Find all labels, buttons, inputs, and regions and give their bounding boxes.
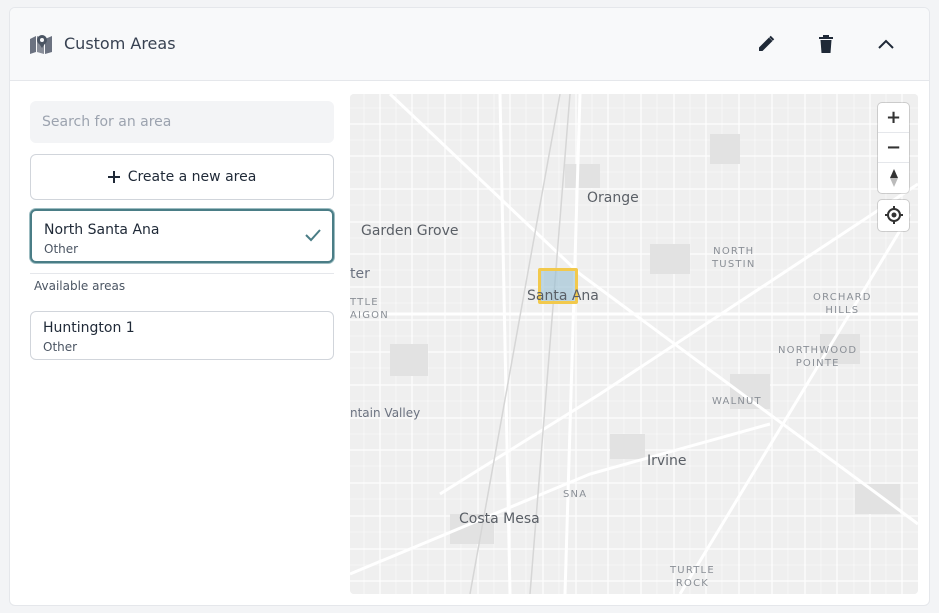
create-area-button[interactable]: Create a new area: [30, 154, 334, 200]
map-pin-icon: [29, 33, 53, 55]
search-input[interactable]: [30, 101, 334, 143]
map-label-costa-mesa: Costa Mesa: [459, 511, 540, 527]
page-title: Custom Areas: [64, 34, 176, 53]
map-label-edge: ter: [350, 266, 370, 282]
area-name: North Santa Ana: [44, 222, 160, 238]
zoom-in-button[interactable]: +: [878, 103, 909, 133]
card-header: Custom Areas: [10, 8, 929, 81]
pencil-icon: [759, 35, 775, 51]
plus-icon: [107, 171, 120, 183]
available-areas-label: Available areas: [34, 279, 126, 293]
delete-button[interactable]: [812, 30, 840, 58]
custom-areas-card: Custom Areas Create a new area North San…: [9, 7, 930, 606]
map-label-northwood: NORTHWOOD POINTE: [778, 344, 857, 370]
map-label-turtle-rock: TURTLE ROCK: [670, 564, 715, 590]
map-label-santa-ana: Santa Ana: [527, 288, 599, 304]
divider: [30, 273, 334, 274]
map-label-walnut: WALNUT: [712, 396, 762, 407]
map-view[interactable]: Orange Garden Grove Santa Ana NORTH TUST…: [350, 94, 918, 594]
check-icon: [305, 229, 321, 242]
map-label-garden-grove: Garden Grove: [361, 223, 459, 239]
list-item[interactable]: Huntington 1 Other: [30, 311, 334, 360]
map-label-north-tustin: NORTH TUSTIN: [712, 245, 756, 271]
geolocate-control: [878, 200, 909, 231]
map-label-north-tustin-text: NORTH TUSTIN: [712, 246, 756, 270]
map-label-orange: Orange: [587, 190, 639, 206]
chevron-up-icon: [878, 39, 894, 49]
collapse-button[interactable]: [872, 30, 900, 58]
map-label-little-saigon-text: TTLE AIGON: [350, 297, 389, 321]
zoom-out-button[interactable]: −: [878, 133, 909, 163]
map-label-orchard-hills: ORCHARD HILLS: [813, 291, 872, 317]
map-label-orchard-hills-text: ORCHARD HILLS: [813, 292, 872, 316]
map-label-turtle-rock-text: TURTLE ROCK: [670, 565, 715, 589]
create-area-label: Create a new area: [127, 169, 257, 185]
geolocate-button[interactable]: [878, 200, 909, 230]
area-name: Huntington 1: [43, 320, 135, 336]
compass-icon: [889, 169, 898, 187]
map-label-fountain-valley: ntain Valley: [350, 406, 421, 420]
map-label-irvine: Irvine: [647, 453, 687, 469]
map-label-sna: SNA: [563, 489, 588, 500]
map-zoom-controls: + −: [878, 103, 909, 193]
area-type: Other: [43, 340, 78, 354]
map-label-little-saigon: TTLE AIGON: [350, 296, 389, 322]
compass-button[interactable]: [878, 163, 909, 193]
selected-area-item[interactable]: North Santa Ana Other: [30, 209, 334, 263]
area-type: Other: [44, 242, 79, 256]
map-label-northwood-text: NORTHWOOD POINTE: [778, 345, 858, 369]
crosshair-icon: [884, 206, 903, 224]
trash-icon: [819, 35, 833, 53]
edit-button[interactable]: [752, 30, 780, 58]
